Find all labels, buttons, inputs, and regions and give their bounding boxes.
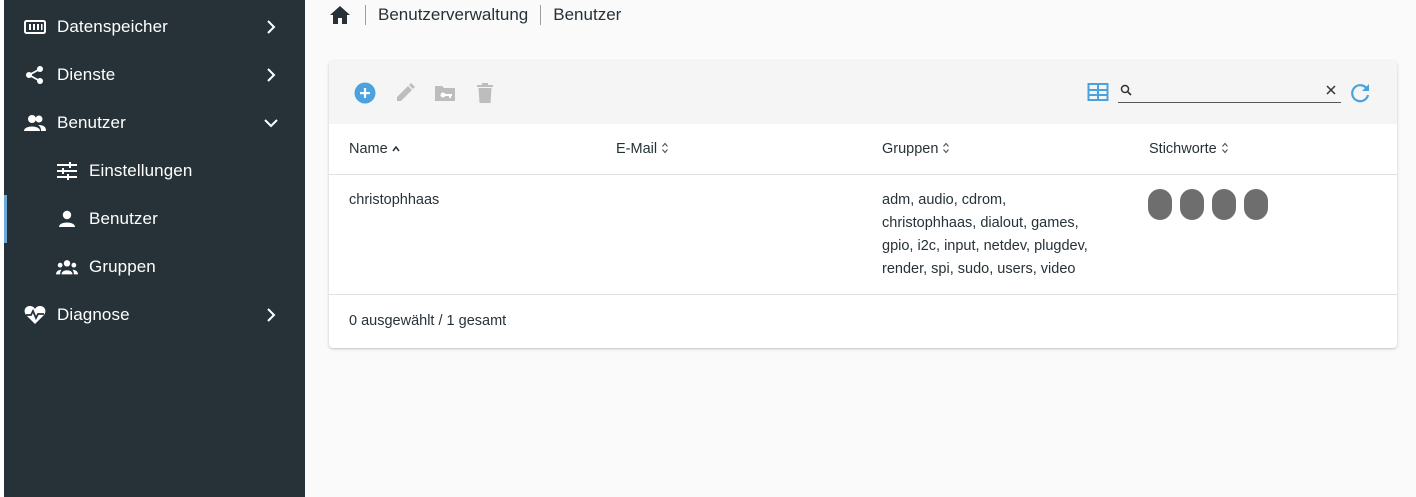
main-content: Benutzerverwaltung Benutzer Name E-Mail … <box>305 0 1416 497</box>
search-field <box>1118 81 1341 103</box>
cell-tags <box>1148 189 1268 220</box>
table-toolbar <box>329 61 1397 124</box>
search-icon <box>1120 83 1134 97</box>
cell-name: christophhaas <box>349 192 440 208</box>
sidebar-item-einstellungen[interactable]: Einstellungen <box>4 147 305 195</box>
footer-separator: / <box>434 313 447 329</box>
chevron-right-icon <box>263 306 279 324</box>
sidebar-item-label: Datenspeicher <box>57 17 168 36</box>
tag-chip <box>1244 189 1268 220</box>
breadcrumb: Benutzerverwaltung Benutzer <box>329 0 621 30</box>
table-footer: 0 ausgewählt / 1 gesamt <box>349 313 506 329</box>
active-indicator <box>4 195 7 243</box>
breadcrumb-item-benutzer: Benutzer <box>553 5 622 24</box>
sidebar-item-label: Benutzer <box>89 209 158 228</box>
breadcrumb-separator <box>540 5 542 25</box>
app-root: Datenspeicher Dienste Benutzer Einstellu… <box>0 0 1416 497</box>
breadcrumb-item-benutzerverwaltung[interactable]: Benutzerverwaltung <box>378 5 528 25</box>
sidebar-item-gruppen[interactable]: Gruppen <box>4 243 305 291</box>
sidebar: Datenspeicher Dienste Benutzer Einstellu… <box>4 0 305 497</box>
table-row[interactable]: christophhaas adm, audio, cdrom, christo… <box>329 175 1397 295</box>
sidebar-item-benutzerverwaltung[interactable]: Benutzer <box>4 99 305 147</box>
shared-folder-permissions-button[interactable] <box>434 82 456 104</box>
sort-ascending-icon <box>392 144 400 155</box>
tag-chip <box>1148 189 1172 220</box>
users-icon <box>24 113 46 133</box>
search-input[interactable] <box>1138 81 1318 102</box>
column-header-label: Stichworte <box>1149 141 1217 157</box>
sidebar-item-dienste[interactable]: Dienste <box>4 51 305 99</box>
sidebar-item-label: Diagnose <box>57 305 130 324</box>
column-header-gruppen[interactable]: Gruppen <box>882 141 950 157</box>
share-icon <box>24 65 46 85</box>
sort-unsorted-icon <box>942 142 950 157</box>
storage-icon <box>24 17 46 37</box>
edit-button[interactable] <box>394 82 416 104</box>
sidebar-item-label: Gruppen <box>89 257 156 276</box>
refresh-button[interactable] <box>1349 82 1371 104</box>
groups-line: adm, audio, cdrom, <box>882 192 1007 208</box>
column-header-label: Gruppen <box>882 141 939 157</box>
user-icon <box>56 209 78 229</box>
sidebar-item-benutzer[interactable]: Benutzer <box>4 195 305 243</box>
sidebar-item-diagnose[interactable]: Diagnose <box>4 291 305 339</box>
delete-button[interactable] <box>474 82 496 104</box>
heart-pulse-icon <box>24 305 46 325</box>
sidebar-item-datenspeicher[interactable]: Datenspeicher <box>4 3 305 51</box>
tag-chip <box>1212 189 1236 220</box>
groups-icon <box>56 257 78 277</box>
column-header-name[interactable]: Name <box>349 141 400 157</box>
sort-unsorted-icon <box>661 142 669 157</box>
breadcrumb-separator <box>365 5 366 25</box>
chevron-down-icon <box>263 114 279 132</box>
column-header-label: Name <box>349 141 388 157</box>
sort-unsorted-icon <box>1221 142 1229 157</box>
groups-line: render, spi, sudo, users, video <box>882 261 1076 277</box>
table-layout-icon[interactable] <box>1087 82 1109 104</box>
column-header-stichworte[interactable]: Stichworte <box>1149 141 1229 157</box>
tag-chip <box>1180 189 1204 220</box>
chevron-right-icon <box>263 18 279 36</box>
users-table-card: Name E-Mail Gruppen Stichworte christoph… <box>329 61 1397 348</box>
tune-icon <box>56 161 78 181</box>
groups-line: gpio, i2c, input, netdev, plugdev, <box>882 238 1088 254</box>
clear-search-icon[interactable] <box>1325 83 1339 97</box>
total-count: 1 gesamt <box>446 313 507 329</box>
add-button[interactable] <box>354 82 376 104</box>
groups-line: christophhaas, dialout, games, <box>882 215 1079 231</box>
selected-count: 0 ausgewählt <box>349 313 435 329</box>
cell-groups: adm, audio, cdrom, christophhaas, dialou… <box>882 189 1088 281</box>
sidebar-item-label: Einstellungen <box>89 161 193 180</box>
chevron-right-icon <box>263 66 279 84</box>
sidebar-item-label: Benutzer <box>57 113 126 132</box>
sidebar-item-label: Dienste <box>57 65 116 84</box>
home-icon[interactable] <box>329 4 353 26</box>
table-header: Name E-Mail Gruppen Stichworte <box>329 124 1397 175</box>
column-header-label: E-Mail <box>616 141 658 157</box>
column-header-email[interactable]: E-Mail <box>616 141 669 157</box>
